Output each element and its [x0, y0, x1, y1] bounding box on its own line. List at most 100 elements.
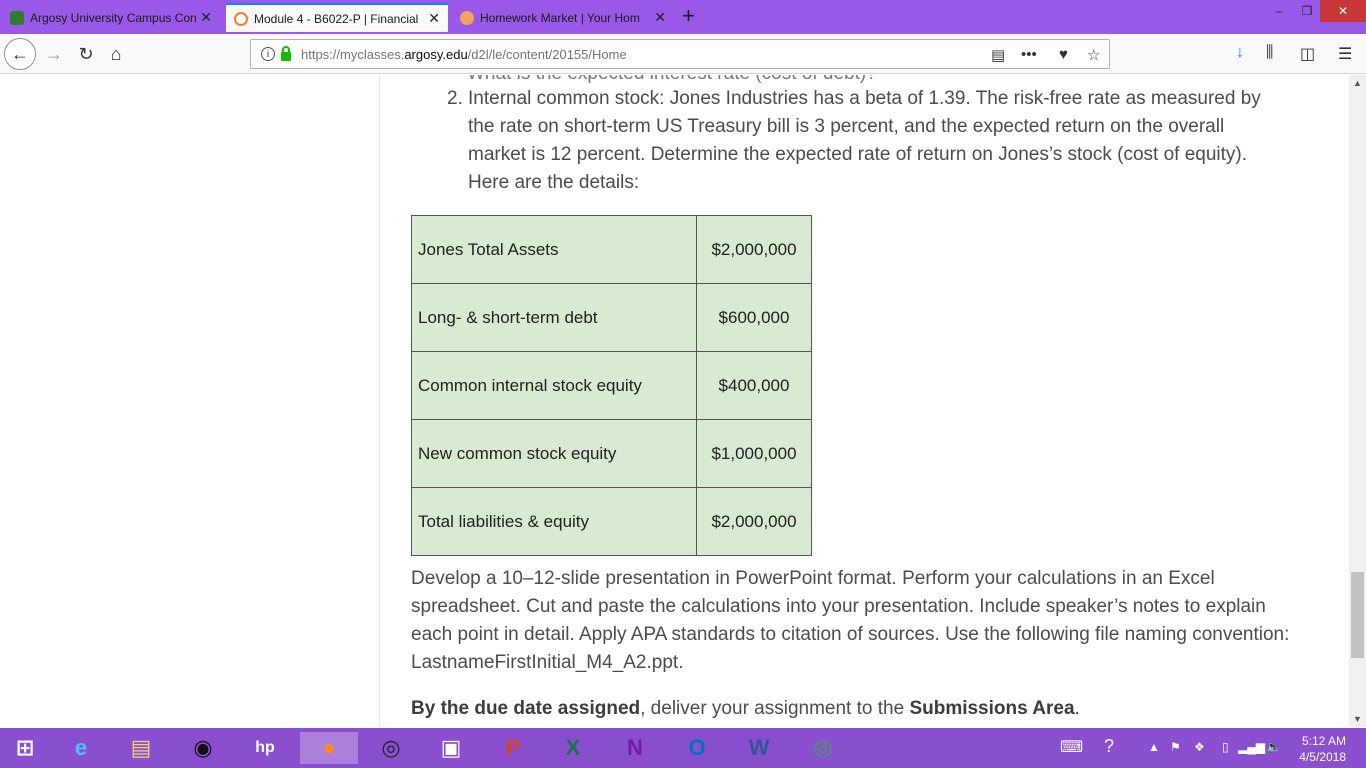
- due-date-label: By the due date assigned: [411, 698, 641, 719]
- signal-icon[interactable]: ▂▄▆: [1238, 740, 1265, 754]
- help-icon[interactable]: ?: [1104, 736, 1114, 757]
- list-item-text: Internal common stock: Jones Industries …: [468, 88, 1261, 193]
- video-app-taskbar-button[interactable]: ▣: [434, 732, 468, 764]
- back-arrow-icon: ←: [11, 43, 29, 64]
- site-info-icon[interactable]: i: [261, 47, 275, 61]
- close-tab-icon[interactable]: ✕: [654, 9, 666, 26]
- back-button[interactable]: ←: [4, 38, 36, 70]
- reload-icon: ↻: [78, 43, 94, 64]
- word-icon: W: [748, 735, 770, 760]
- cut-off-question-text: What is the expected interest rate (cost…: [467, 75, 877, 85]
- internet-explorer-icon: e: [74, 735, 88, 760]
- new-tab-button[interactable]: +: [682, 5, 695, 27]
- argosy-favicon-icon: [10, 10, 24, 25]
- course-left-pane: [0, 75, 380, 727]
- table-cell-value: $1,000,000: [696, 419, 812, 488]
- chrome-taskbar-button[interactable]: ◎: [806, 732, 840, 764]
- app-circle-taskbar-button[interactable]: ◉: [186, 732, 220, 764]
- content-area: What is the expected interest rate (cost…: [381, 75, 1349, 727]
- table-row: Total liabilities & equity $2,000,000: [411, 487, 812, 556]
- hamburger-menu-icon[interactable]: ☰: [1338, 44, 1352, 64]
- brightspace-favicon-icon: [234, 11, 248, 26]
- outlook-icon: O: [688, 735, 706, 760]
- forward-button[interactable]: →: [40, 40, 68, 68]
- browser-tab-bar: Argosy University Campus Con ✕ Module 4 …: [0, 0, 1366, 34]
- table-row: New common stock equity $1,000,000: [411, 419, 812, 488]
- tab-title: Argosy University Campus Con: [30, 10, 197, 25]
- downloads-icon[interactable]: ↓: [1236, 44, 1244, 62]
- url-path: /d2l/le/content/20155/Home: [467, 46, 627, 62]
- due-date-note: By the due date assigned, deliver your a…: [411, 695, 1291, 723]
- app-circle-icon: ◉: [193, 735, 213, 760]
- scroll-down-arrow-icon[interactable]: ▼: [1351, 714, 1364, 724]
- scrollbar-thumb[interactable]: [1351, 572, 1364, 658]
- pocket-icon[interactable]: ♥: [1059, 46, 1068, 63]
- home-button[interactable]: ⌂: [102, 40, 130, 68]
- excel-icon: X: [565, 735, 581, 760]
- restore-button[interactable]: ❐: [1294, 0, 1320, 22]
- home-icon: ⌂: [110, 43, 122, 64]
- clock-date: 4/5/2018: [1299, 750, 1346, 764]
- file-explorer-taskbar-button[interactable]: ▤: [124, 732, 158, 764]
- volume-icon[interactable]: 🔈: [1266, 740, 1281, 754]
- windows-start-icon: ⊞: [15, 735, 35, 760]
- tab-module-4[interactable]: Module 4 - B6022-P | Financial ✕: [226, 3, 448, 32]
- financial-details-table: Jones Total Assets $2,000,000 Long- & shor…: [411, 215, 812, 556]
- windows-start-taskbar-button[interactable]: ⊞: [8, 732, 42, 764]
- library-icon[interactable]: ⫼: [1266, 44, 1273, 62]
- video-app-icon: ▣: [440, 735, 462, 760]
- dropbox-icon[interactable]: ❖: [1194, 740, 1205, 754]
- tab-argosy-campus[interactable]: Argosy University Campus Con ✕: [2, 3, 220, 32]
- reader-view-icon[interactable]: ▤: [991, 46, 1005, 64]
- show-hidden-icons-chevron-icon[interactable]: ▲: [1148, 740, 1160, 754]
- file-explorer-icon: ▤: [130, 735, 152, 760]
- excel-taskbar-button[interactable]: X: [556, 732, 590, 764]
- assignment-instructions: Develop a 10–12-slide presentation in Po…: [411, 568, 1290, 673]
- bookmark-star-icon[interactable]: ☆: [1087, 46, 1100, 64]
- forward-arrow-icon: →: [45, 43, 63, 64]
- due-date-end: .: [1074, 698, 1080, 719]
- table-cell-label: Total liabilities & equity: [411, 487, 697, 556]
- word-taskbar-button[interactable]: W: [742, 732, 776, 764]
- minimize-button[interactable]: –: [1264, 0, 1294, 22]
- due-date-mid: , deliver your assignment to the: [640, 698, 910, 719]
- table-row: Long- & short-term debt $600,000: [411, 283, 812, 352]
- scroll-up-arrow-icon[interactable]: ▲: [1351, 78, 1364, 88]
- table-cell-value: $400,000: [696, 351, 812, 420]
- table-cell-label: Common internal stock equity: [411, 351, 697, 420]
- table-cell-label: Long- & short-term debt: [411, 283, 697, 352]
- firefox-taskbar-button[interactable]: ●: [300, 732, 358, 764]
- close-window-button[interactable]: ✕: [1320, 0, 1366, 22]
- close-tab-icon[interactable]: ✕: [428, 10, 440, 27]
- table-row: Common internal stock equity $400,000: [411, 351, 812, 420]
- onenote-taskbar-button[interactable]: N: [618, 732, 652, 764]
- system-clock[interactable]: 5:12 AM 4/5/2018: [1299, 733, 1346, 765]
- table-cell-value: $600,000: [696, 283, 812, 352]
- close-tab-icon[interactable]: ✕: [200, 9, 212, 26]
- powerpoint-taskbar-button[interactable]: P: [496, 732, 530, 764]
- hp-taskbar-button[interactable]: hp: [248, 732, 282, 764]
- submissions-area-label: Submissions Area: [909, 698, 1075, 719]
- url-domain: argosy.edu: [404, 46, 468, 62]
- address-bar[interactable]: i https://myclasses.argosy.edu/d2l/le/co…: [250, 39, 1110, 69]
- list-item-number: 2.: [447, 88, 463, 109]
- media-player-icon: ◎: [381, 735, 401, 760]
- media-player-taskbar-button[interactable]: ◎: [374, 732, 408, 764]
- navigation-toolbar: ← → ↻ ⌂ i https://myclasses.argosy.edu/d…: [0, 34, 1366, 74]
- outlook-taskbar-button[interactable]: O: [680, 732, 714, 764]
- page-actions-icon[interactable]: •••: [1021, 46, 1037, 63]
- onenote-icon: N: [627, 735, 643, 760]
- windows-taskbar: ⊞ e ▤ ◉ hp ● ◎ ▣ P X N O W ◎ ⌨ ? ▲ ⚑ ❖ ▯ ▂▄▆ 🔈 5:12 A…: [0, 728, 1366, 768]
- homework-market-favicon-icon: [460, 10, 474, 25]
- reload-button[interactable]: ↻: [72, 40, 100, 68]
- url-text[interactable]: https://myclasses.argosy.edu/d2l/le/cont…: [301, 47, 627, 62]
- tab-homework-market[interactable]: Homework Market | Your Hom ✕: [452, 3, 674, 32]
- lock-icon: [281, 45, 291, 61]
- flag-icon[interactable]: ⚑: [1170, 740, 1181, 754]
- keyboard-icon[interactable]: ⌨: [1060, 737, 1083, 757]
- tab-title: Module 4 - B6022-P | Financial: [254, 11, 419, 26]
- sidebar-icon[interactable]: ◫: [1300, 44, 1315, 64]
- chrome-icon: ◎: [813, 735, 833, 760]
- battery-icon[interactable]: ▯: [1222, 740, 1229, 754]
- internet-explorer-taskbar-button[interactable]: e: [64, 732, 98, 764]
